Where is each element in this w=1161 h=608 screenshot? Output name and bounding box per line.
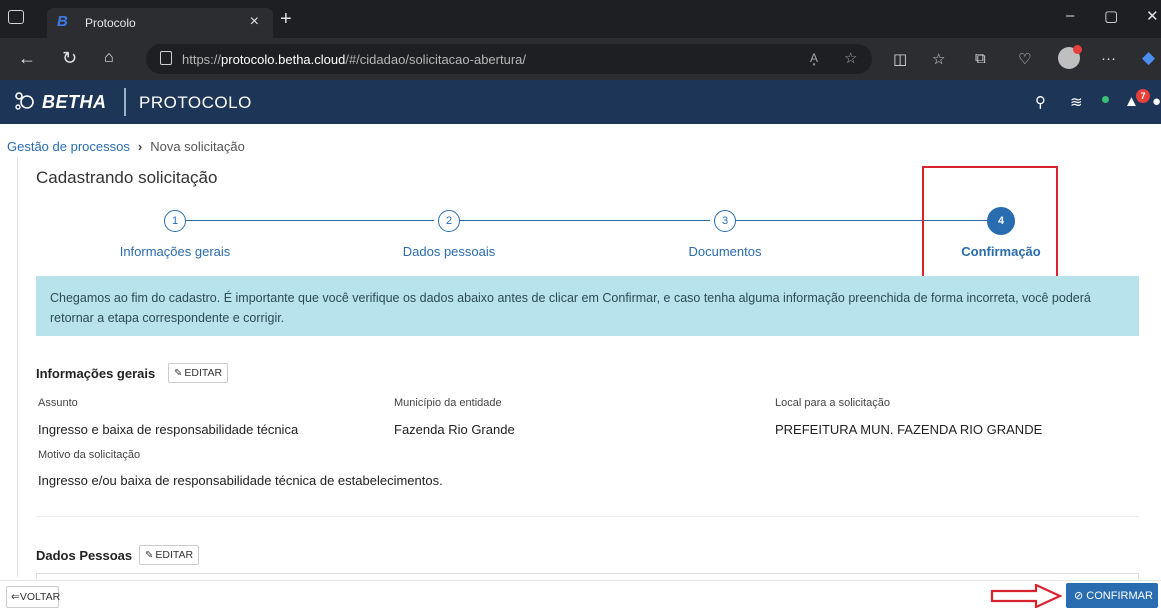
edit-dados-pessoas-button[interactable]: ✎ EDITAR: [139, 545, 200, 565]
browser-toolbar: ← ↻ ⌂ https://protocolo.betha.cloud/#/ci…: [0, 38, 1161, 80]
field-value-local: PREFEITURA MUN. FAZENDA RIO GRANDE: [775, 422, 1043, 437]
section-title-info-gerais: Informações gerais: [36, 366, 156, 381]
step-2-label[interactable]: Dados pessoais: [349, 244, 549, 259]
new-tab-icon[interactable]: +: [280, 8, 292, 31]
voltar-label: VOLTAR: [19, 591, 61, 603]
app-header: BETHA PROTOCOLO ⚲ ≋ ▲ ●: [0, 80, 1161, 124]
brand-name: BETHA: [42, 92, 107, 112]
stepper-connector: [186, 220, 434, 221]
search-icon[interactable]: ⚲: [1035, 93, 1046, 111]
step-1-circle[interactable]: 1: [164, 210, 186, 232]
step-3-circle[interactable]: 3: [714, 210, 736, 232]
field-value-motivo: Ingresso e/ou baixa de responsabilidade …: [38, 473, 443, 488]
edit-info-gerais-button[interactable]: ✎ EDITAR: [168, 363, 229, 383]
page-title: Cadastrando solicitação: [36, 168, 218, 187]
back-icon[interactable]: ←: [18, 48, 36, 69]
field-label-local: Local para a solicitação: [775, 397, 890, 409]
favorites-icon[interactable]: ☆: [932, 50, 945, 68]
breadcrumb-current: Nova solicitação: [150, 139, 245, 154]
section-divider: [36, 516, 1139, 517]
url-text: https://protocolo.betha.cloud/#/cidadao/…: [182, 52, 527, 67]
address-bar[interactable]: https://protocolo.betha.cloud/#/cidadao/…: [146, 44, 872, 74]
copilot-icon[interactable]: ◆: [1142, 48, 1155, 68]
home-icon[interactable]: ⌂: [104, 49, 114, 67]
confirmar-button[interactable]: ⊘ CONFIRMAR: [1066, 583, 1158, 608]
collections-icon[interactable]: ⧉: [975, 50, 986, 67]
tab-title: Protocolo: [85, 16, 136, 30]
maximize-icon[interactable]: ▢: [1104, 7, 1118, 25]
more-menu-icon[interactable]: ···: [1101, 50, 1116, 67]
info-alert: Chegamos ao fim do cadastro. É important…: [36, 276, 1139, 336]
betha-logo-icon: [15, 92, 34, 110]
dados-pessoas-card: [36, 573, 1139, 579]
edit-label: EDITAR: [184, 367, 223, 379]
user-icon[interactable]: ●: [1152, 93, 1161, 110]
confirmar-label: CONFIRMAR: [1086, 590, 1153, 602]
header-separator: [124, 88, 126, 116]
field-value-municipio: Fazenda Rio Grande: [394, 422, 515, 437]
footer-bar: [0, 580, 1161, 608]
step-3-label[interactable]: Documentos: [625, 244, 825, 259]
betha-favicon-icon: B: [57, 13, 68, 30]
check-circle-icon: ⊘: [1074, 590, 1087, 602]
site-info-icon[interactable]: [160, 51, 172, 65]
breadcrumb: Gestão de processos › Nova solicitação: [7, 139, 245, 154]
info-alert-text: Chegamos ao fim do cadastro. É important…: [50, 291, 1091, 325]
field-label-motivo: Motivo da solicitação: [38, 449, 141, 461]
tab-close-icon[interactable]: ×: [250, 13, 259, 31]
read-aloud-icon[interactable]: A͓: [810, 51, 818, 65]
tab-actions-icon[interactable]: [8, 10, 24, 24]
browser-tab-bar: B Protocolo × + – ▢ ✕: [0, 0, 1161, 38]
pencil-icon: ✎: [174, 368, 183, 379]
favorite-star-icon[interactable]: ☆: [844, 49, 857, 67]
profile-alert-dot: [1073, 45, 1082, 54]
highlight-annotation-box: [922, 166, 1058, 279]
refresh-icon[interactable]: ↻: [62, 48, 77, 69]
window-close-icon[interactable]: ✕: [1146, 7, 1159, 25]
field-label-municipio: Município da entidade: [394, 397, 502, 409]
field-value-assunto: Ingresso e baixa de responsabilidade téc…: [38, 422, 299, 437]
minimize-icon[interactable]: –: [1066, 7, 1074, 24]
breadcrumb-separator-icon: ›: [137, 139, 143, 154]
browser-essentials-icon[interactable]: ♡: [1018, 50, 1031, 68]
annotation-arrow-icon: [990, 584, 1063, 608]
split-screen-icon[interactable]: ◫: [893, 50, 907, 68]
profile-avatar[interactable]: [1058, 45, 1082, 69]
stepper-connector: [460, 220, 710, 221]
arrow-left-icon: ⇐: [11, 591, 20, 603]
section-title-dados-pessoas: Dados Pessoas: [36, 548, 133, 563]
step-1-label[interactable]: Informações gerais: [75, 244, 275, 259]
field-label-assunto: Assunto: [38, 397, 78, 409]
online-indicator-dot: [1102, 96, 1109, 103]
notification-badge: 7: [1136, 89, 1150, 103]
step-2-circle[interactable]: 2: [438, 210, 460, 232]
pencil-icon: ✎: [145, 550, 154, 561]
browser-tab[interactable]: B Protocolo ×: [47, 8, 273, 38]
connection-status-icon[interactable]: ≋: [1070, 93, 1083, 111]
voltar-button[interactable]: ⇐VOLTAR: [6, 586, 61, 608]
app-name: PROTOCOLO: [139, 93, 252, 112]
breadcrumb-gestao-processos[interactable]: Gestão de processos: [7, 139, 130, 154]
edit-label: EDITAR: [155, 549, 194, 561]
